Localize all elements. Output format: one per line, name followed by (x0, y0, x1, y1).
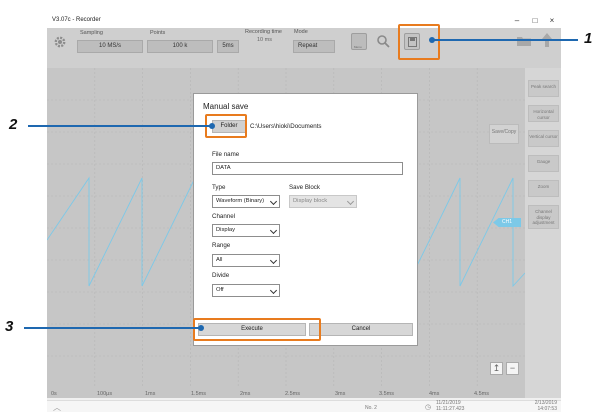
record-number: No. 2 (365, 405, 377, 411)
chevron-down-icon (269, 197, 278, 206)
channel-label: Channel (212, 213, 236, 220)
callout-2-number: 2 (9, 116, 18, 133)
divide-select[interactable]: Off (212, 284, 280, 297)
highlight-execute-button (193, 318, 321, 341)
clock-icon: ◷ (425, 404, 432, 411)
current-time: 2/13/2019 14:07:53 (534, 400, 557, 412)
type-label: Type (212, 184, 226, 191)
chevron-down-icon (269, 256, 278, 265)
gear-icon[interactable] (53, 35, 67, 49)
x-tick: 2ms (240, 391, 251, 397)
x-tick: 100μs (97, 391, 113, 397)
x-tick: 0s (51, 391, 57, 397)
window-title: V3.07c - Recorder (52, 17, 101, 23)
status-bar: ︿ No. 2 ◷ 11/21/2019 11:11:27.423 2/13/2… (47, 400, 561, 412)
sampling-label: Sampling (80, 30, 103, 36)
trigger-time: 11/21/2019 11:11:27.423 (436, 400, 465, 412)
x-tick: 4ms (429, 391, 440, 397)
horizontal-cursor-button[interactable]: Horizontal cursor (528, 105, 559, 122)
recording-time-label: Recording time (245, 29, 282, 35)
x-tick: 1ms (145, 391, 156, 397)
toolbar: Sampling 10 MS/s Points 100 k 5ms Record… (47, 28, 561, 68)
save-copy-button[interactable]: Save/Copy (489, 124, 519, 144)
minimize-icon[interactable]: – (510, 16, 524, 25)
range-label: Range (212, 242, 231, 249)
x-tick: 4.5ms (474, 391, 489, 397)
peak-search-button[interactable]: Peak search (528, 80, 559, 97)
cancel-button[interactable]: Cancel (309, 323, 413, 336)
type-value: Waveform (Binary) (216, 198, 265, 204)
collapse-button[interactable]: − (506, 362, 519, 375)
divide-value: Off (216, 287, 224, 293)
save-block-value: Display block (293, 198, 328, 204)
maximize-icon[interactable]: □ (528, 16, 542, 25)
chevron-down-icon (346, 197, 355, 206)
chevron-down-icon (269, 226, 278, 235)
range-select[interactable]: All (212, 254, 280, 267)
mode-select[interactable]: Repeat (293, 40, 335, 53)
mode-value: Repeat (298, 43, 318, 49)
x-tick: 3ms (335, 391, 346, 397)
minus-icon: − (509, 363, 516, 373)
x-tick: 1.5ms (191, 391, 206, 397)
time-div-select[interactable]: 5ms (217, 40, 239, 53)
chevron-down-icon (269, 286, 278, 295)
zoom-search-icon[interactable] (376, 34, 390, 48)
points-label: Points (150, 30, 166, 36)
pin-icon[interactable] (541, 33, 553, 49)
callout-3-number: 3 (5, 318, 14, 335)
folder-path: C:\Users\hioki\Documents (250, 123, 322, 130)
range-value: All (216, 257, 223, 263)
x-tick: 2.5ms (285, 391, 300, 397)
save-copy-label: Save/Copy (491, 129, 517, 135)
mode-label: Mode (294, 29, 308, 35)
callout-1-number: 1 (584, 30, 593, 47)
channel-value: Display (216, 227, 236, 233)
callout-1-line (432, 39, 578, 41)
file-name-input[interactable]: DATA (212, 162, 403, 175)
menu-button[interactable]: Menu (351, 33, 367, 50)
title-bar: V3.07c - Recorder – □ × (47, 14, 561, 28)
type-select[interactable]: Waveform (Binary) (212, 195, 280, 208)
expand-icon: ↥ (492, 363, 501, 373)
file-name-label: File name (212, 151, 240, 158)
vertical-cursor-button[interactable]: Vertical cursor (528, 130, 559, 147)
dialog-title: Manual save (203, 102, 249, 111)
channel-select[interactable]: Display (212, 224, 280, 237)
callout-3-line (24, 327, 201, 329)
expand-button[interactable]: ↥ (490, 362, 503, 375)
callout-2-line (28, 125, 212, 127)
chevron-up-icon[interactable]: ︿ (53, 402, 61, 412)
zoom-button[interactable]: Zoom (528, 180, 559, 197)
divide-label: Divide (212, 272, 230, 279)
gauge-button[interactable]: Gauge (528, 155, 559, 172)
file-name-value: DATA (216, 165, 231, 171)
menu-button-label: Menu (354, 45, 362, 49)
sampling-select[interactable]: 10 MS/s (77, 40, 143, 53)
time-axis: 0s 100μs 1ms 1.5ms 2ms 2.5ms 3ms 3.5ms 4… (47, 388, 525, 400)
points-select[interactable]: 100 k (147, 40, 213, 53)
channel-marker[interactable]: CH1 (493, 218, 521, 227)
x-tick: 3.5ms (379, 391, 394, 397)
close-icon[interactable]: × (545, 16, 559, 25)
folder-icon[interactable] (517, 36, 531, 46)
save-block-select: Display block (289, 195, 357, 208)
save-block-label: Save Block (289, 184, 320, 191)
recording-time-value: 10 ms (257, 37, 272, 43)
channel-display-adjustment-button[interactable]: Channel display adjustment (528, 205, 559, 229)
right-panel: Peak search Horizontal cursor Vertical c… (525, 68, 561, 398)
channel-marker-label: CH1 (501, 219, 512, 225)
